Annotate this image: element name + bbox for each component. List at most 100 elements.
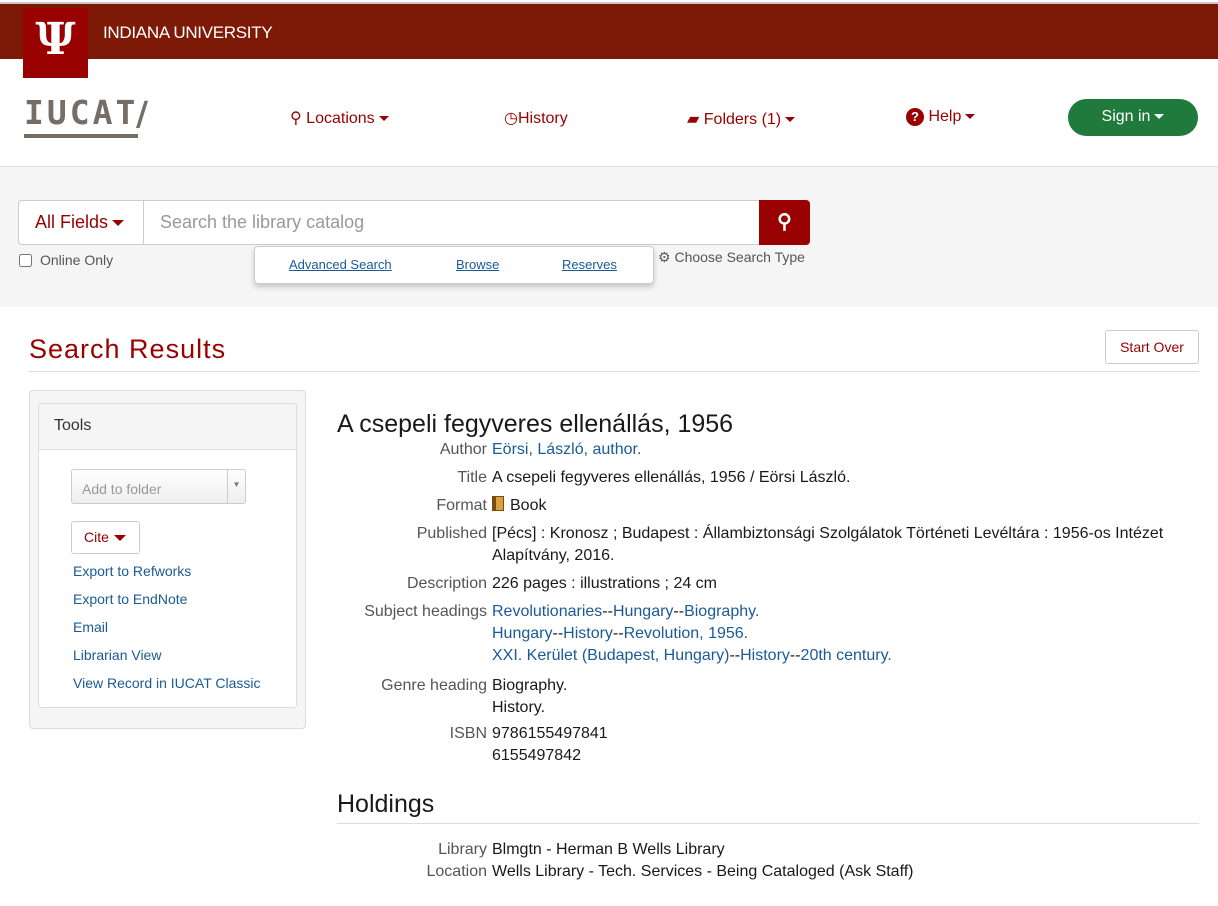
separator: -- xyxy=(602,603,613,620)
librarian-view-link[interactable]: Librarian View xyxy=(73,647,161,663)
nav-label: Help xyxy=(928,108,962,125)
search-type-popover: Advanced Search Browse Reserves xyxy=(254,246,654,284)
choose-search-type[interactable]: ⚙ Choose Search Type xyxy=(658,249,805,266)
question-circle-icon: ? xyxy=(906,108,924,126)
online-only-label: Online Only xyxy=(40,252,114,268)
nav-folders[interactable]: ▰ Folders (1) xyxy=(687,109,796,129)
subjects-value: Revolutionaries--Hungary--Biography. Hun… xyxy=(492,601,892,667)
genre-item: Biography. xyxy=(492,677,568,694)
subject-link[interactable]: Revolutionaries xyxy=(492,603,602,620)
caret-down-icon xyxy=(378,116,389,122)
separator: -- xyxy=(673,603,685,620)
library-label: Library xyxy=(438,841,487,858)
subject-link[interactable]: XXI. Kerület (Budapest, Hungary) xyxy=(492,647,729,664)
location-label: Location xyxy=(426,863,488,880)
genre-item: History. xyxy=(492,699,546,716)
nav-history[interactable]: ◷History xyxy=(504,108,568,128)
brand-slash: / xyxy=(136,94,149,133)
nav-label: History xyxy=(517,110,568,127)
separator: -- xyxy=(729,647,741,664)
subject-link[interactable]: Hungary xyxy=(492,625,552,642)
email-link[interactable]: Email xyxy=(73,619,108,635)
checkbox[interactable] xyxy=(19,254,32,267)
sign-in-button[interactable]: Sign in xyxy=(1068,99,1198,136)
clock-icon: ◷ xyxy=(504,110,518,127)
sign-in-label: Sign in xyxy=(1101,108,1151,125)
library-value: Blmgtn - Herman B Wells Library xyxy=(492,841,725,858)
classic-view-link[interactable]: View Record in IUCAT Classic xyxy=(73,675,261,691)
isbn-item: 9786155497841 xyxy=(492,725,608,742)
export-endnote-link[interactable]: Export to EndNote xyxy=(73,591,187,607)
field-label: All Fields xyxy=(35,212,109,232)
subject-link[interactable]: Hungary xyxy=(613,603,673,620)
author-value: Eörsi, László, author. xyxy=(492,439,641,461)
published-label: Published xyxy=(416,525,487,542)
nav-label: Folders (1) xyxy=(703,111,782,128)
title-value: A csepeli fegyveres ellenállás, 1956 / E… xyxy=(492,469,851,486)
search-input[interactable] xyxy=(143,200,760,245)
iu-logo[interactable]: Ψ xyxy=(23,8,88,78)
caret-down-icon xyxy=(112,220,125,227)
search-icon: ⚲ xyxy=(777,211,792,233)
university-name[interactable]: INDIANA UNIVERSITY xyxy=(103,23,273,43)
map-marker-icon: ⚲ xyxy=(290,110,302,127)
author-label: Author xyxy=(439,441,487,458)
add-to-folder-select[interactable]: Add to folder ▼ xyxy=(71,469,246,504)
export-refworks-link[interactable]: Export to Refworks xyxy=(73,563,191,579)
record-title: A csepeli fegyveres ellenállás, 1956 xyxy=(337,410,734,438)
reserves-link[interactable]: Reserves xyxy=(562,257,617,272)
subject-link[interactable]: Biography. xyxy=(684,603,759,620)
description-value: 226 pages : illustrations ; 24 cm xyxy=(492,575,718,592)
search-button[interactable]: ⚲ xyxy=(759,200,810,245)
isbn-item: 6155497842 xyxy=(492,747,581,764)
subject-heading: Revolutionaries--Hungary--Biography. xyxy=(492,601,892,623)
author-link[interactable]: Eörsi, László, author. xyxy=(492,441,641,458)
browse-link[interactable]: Browse xyxy=(456,257,499,272)
genre-value: Biography. History. xyxy=(492,675,567,719)
subjects-label: Subject headings xyxy=(364,603,487,620)
subject-link[interactable]: Revolution, 1956. xyxy=(624,625,749,642)
folder-label: Add to folder xyxy=(82,481,162,497)
choose-label: Choose Search Type xyxy=(674,249,805,265)
cite-button[interactable]: Cite xyxy=(71,521,140,554)
page-title: Search Results xyxy=(29,334,227,364)
caret-down-icon xyxy=(785,117,796,123)
caret-down-icon xyxy=(1154,114,1165,120)
divider xyxy=(337,823,1199,824)
subject-link[interactable]: History xyxy=(740,647,790,664)
caret-down-icon xyxy=(113,535,126,542)
separator: -- xyxy=(552,625,564,642)
published-value: [Pécs] : Kronosz ; Budapest : Állambizto… xyxy=(492,525,1164,564)
book-icon xyxy=(492,496,504,511)
caret-down-icon: ▼ xyxy=(227,470,245,503)
search-field-select[interactable]: All Fields xyxy=(18,200,144,245)
nav-help[interactable]: ? Help xyxy=(906,108,976,126)
caret-down-icon xyxy=(965,114,976,120)
description-label: Description xyxy=(406,575,487,592)
gear-icon: ⚙ xyxy=(658,249,671,265)
title-label: Title xyxy=(457,469,487,486)
location-value: Wells Library - Tech. Services - Being C… xyxy=(492,863,914,880)
cite-label: Cite xyxy=(84,529,109,545)
subject-heading: XXI. Kerület (Budapest, Hungary)--Histor… xyxy=(492,645,892,667)
advanced-search-link[interactable]: Advanced Search xyxy=(289,257,392,272)
divider xyxy=(29,371,1199,372)
start-over-button[interactable]: Start Over xyxy=(1105,330,1199,364)
separator: -- xyxy=(789,647,801,664)
online-only-checkbox[interactable]: Online Only xyxy=(19,252,113,268)
folder-open-icon: ▰ xyxy=(687,111,700,128)
separator: -- xyxy=(612,625,624,642)
holdings-heading: Holdings xyxy=(337,790,435,818)
format-value: Book xyxy=(492,495,546,517)
format-text: Book xyxy=(510,497,547,514)
isbn-value: 9786155497841 6155497842 xyxy=(492,723,608,767)
subject-link[interactable]: History xyxy=(563,625,613,642)
subject-link[interactable]: 20th century. xyxy=(801,647,892,664)
format-label: Format xyxy=(436,497,487,514)
nav-locations[interactable]: ⚲ Locations xyxy=(290,108,389,128)
nav-label: Locations xyxy=(306,110,375,127)
iucat-brand[interactable]: IUCAT xyxy=(24,94,139,138)
isbn-label: ISBN xyxy=(449,725,487,742)
tools-heading: Tools xyxy=(38,403,297,450)
genre-label: Genre heading xyxy=(381,677,487,694)
